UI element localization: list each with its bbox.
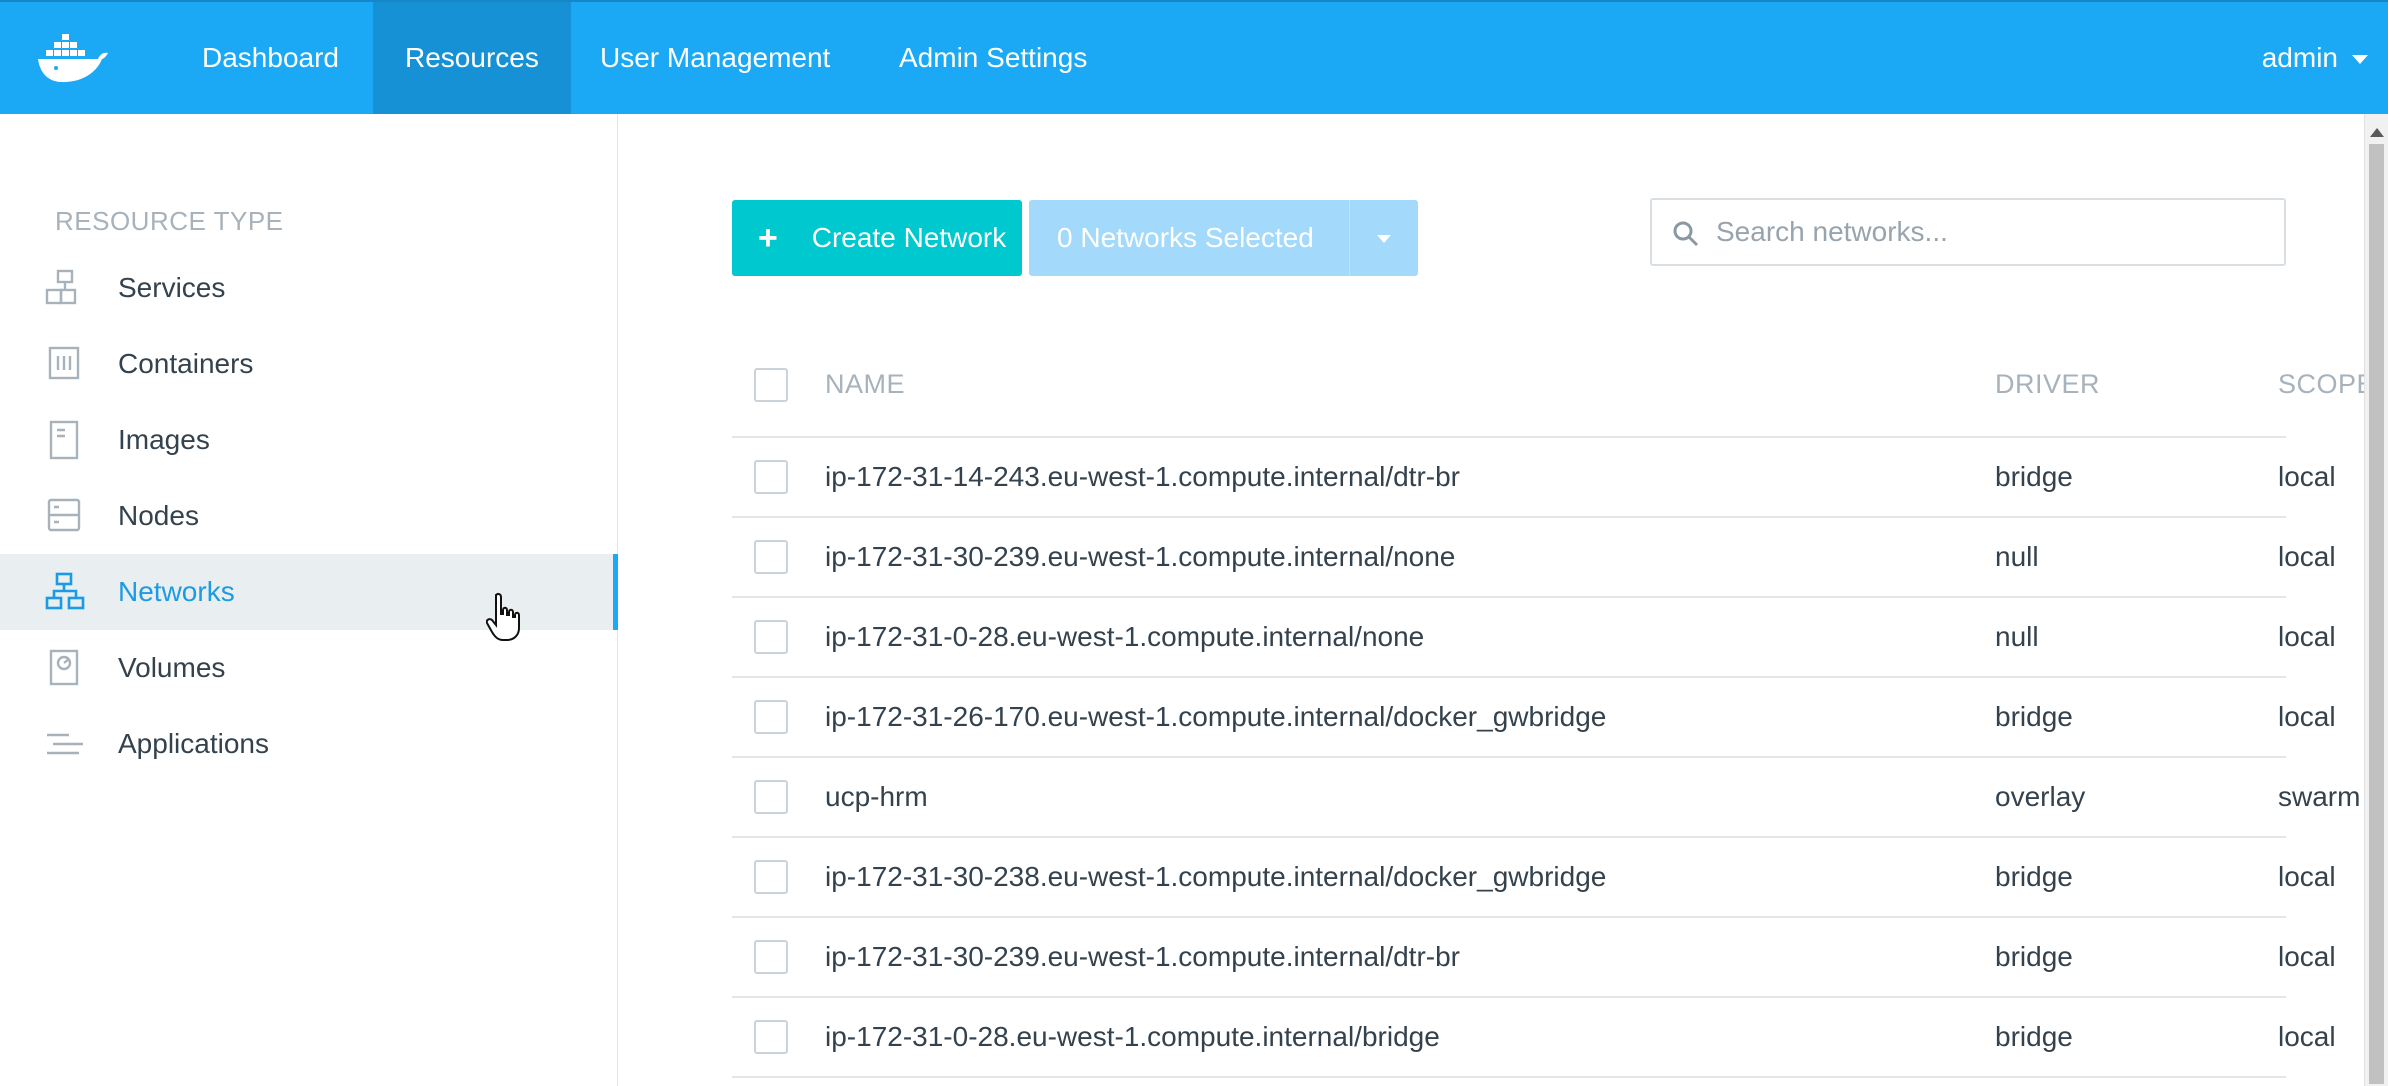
network-scope: local [2278,941,2336,972]
network-name[interactable]: ip-172-31-30-238.eu-west-1.compute.inter… [825,838,1606,916]
table-row[interactable]: ip-172-31-30-239.eu-west-1.compute.inter… [732,518,2336,598]
nav-user-management[interactable]: User Management [568,2,862,114]
network-name[interactable]: ip-172-31-14-243.eu-west-1.compute.inter… [825,438,1460,516]
network-scope: local [2278,621,2336,652]
network-scope: local [2278,541,2336,572]
network-name[interactable]: ip-172-31-30-239.eu-west-1.compute.inter… [825,918,1460,996]
user-name: admin [2261,42,2338,73]
network-driver: overlay [1995,781,2086,812]
table-row[interactable]: ucp-hrm overlay swarm [732,758,2360,838]
sidebar-item-label: Images [118,424,210,455]
nodes-icon [47,498,81,532]
network-driver: bridge [1995,701,2073,732]
row-checkbox[interactable] [754,620,788,654]
volumes-icon [49,649,79,686]
hand-cursor-icon [486,592,520,641]
network-name[interactable]: ucp-hrm [825,758,928,836]
sidebar-item-services[interactable]: Services [0,250,618,326]
network-driver: bridge [1995,1021,2073,1052]
chevron-down-icon [1377,235,1391,243]
sidebar-item-applications[interactable]: Applications [0,706,618,782]
sidebar-item-label: Nodes [118,500,199,531]
network-driver: bridge [1995,861,2073,892]
row-checkbox[interactable] [754,460,788,494]
sidebar-item-label: Volumes [118,652,226,683]
services-icon [45,269,77,305]
table-row[interactable]: ip-172-31-30-239.eu-west-1.compute.inter… [732,918,2336,998]
column-header-scope[interactable]: SCOPE [2278,344,2375,424]
sidebar-item-label: Services [118,272,226,303]
sidebar-item-label: Applications [118,728,269,759]
main-content: + Create Network 0 Networks Selected NAM… [619,114,2375,1086]
nav-resources[interactable]: Resources [373,2,571,114]
table-row[interactable]: ip-172-31-0-28.eu-west-1.compute.interna… [732,598,2336,678]
sidebar-item-nodes[interactable]: Nodes [0,478,618,554]
search-icon [1673,221,1699,247]
table-row[interactable]: ip-172-31-30-238.eu-west-1.compute.inter… [732,838,2336,918]
row-checkbox[interactable] [754,700,788,734]
sidebar-heading: RESOURCE TYPE [55,206,284,236]
chevron-down-icon [2352,55,2368,65]
docker-whale-icon[interactable] [36,28,112,88]
network-driver: null [1995,541,2039,572]
row-checkbox[interactable] [754,1020,788,1054]
create-network-label: Create Network [811,222,1007,253]
network-scope: local [2278,701,2336,732]
sidebar: RESOURCE TYPE Services Containers Images… [0,114,618,1086]
sidebar-item-volumes[interactable]: Volumes [0,630,618,706]
table-row[interactable]: ip-172-31-0-28.eu-west-1.compute.interna… [732,998,2336,1078]
row-checkbox[interactable] [754,940,788,974]
top-navbar: Dashboard Resources User Management Admi… [0,0,2388,114]
sidebar-item-label: Containers [118,348,254,379]
network-scope: local [2278,1021,2336,1052]
network-name[interactable]: ip-172-31-0-28.eu-west-1.compute.interna… [825,998,1440,1076]
row-checkbox[interactable] [754,860,788,894]
page-scrollbar[interactable] [2364,114,2388,1086]
select-all-checkbox[interactable] [754,368,788,402]
networks-icon [45,572,85,610]
sidebar-item-images[interactable]: Images [0,402,618,478]
user-menu[interactable]: admin [2262,2,2368,114]
containers-icon [48,346,80,380]
network-name[interactable]: ip-172-31-30-239.eu-west-1.compute.inter… [825,518,1455,596]
networks-selected-label: 0 Networks Selected [1057,222,1314,253]
networks-selected-button[interactable]: 0 Networks Selected [1029,200,1349,276]
row-checkbox[interactable] [754,540,788,574]
network-name[interactable]: ip-172-31-0-28.eu-west-1.compute.interna… [825,598,1424,676]
table-header: NAME DRIVER SCOPE [732,344,2375,438]
bulk-actions-dropdown[interactable] [1349,200,1418,276]
search-input[interactable] [1716,208,2266,256]
nav-dashboard[interactable]: Dashboard [170,2,371,114]
sidebar-item-label: Networks [118,576,235,607]
network-driver: null [1995,621,2039,652]
plus-icon: + [758,219,778,257]
networks-table: NAME DRIVER SCOPE ip-172-31-14-243.eu-we… [732,344,2375,1078]
network-driver: bridge [1995,461,2073,492]
scroll-up-icon[interactable] [2370,128,2384,137]
column-header-name[interactable]: NAME [825,344,905,424]
scrollbar-thumb[interactable] [2369,144,2384,1084]
table-row[interactable]: ip-172-31-26-170.eu-west-1.compute.inter… [732,678,2336,758]
sidebar-item-networks[interactable]: Networks [0,554,618,630]
network-name[interactable]: ip-172-31-26-170.eu-west-1.compute.inter… [825,678,1606,756]
row-checkbox[interactable] [754,780,788,814]
column-header-driver[interactable]: DRIVER [1995,344,2100,424]
images-icon [49,420,79,460]
create-network-button[interactable]: + Create Network [732,200,1022,276]
network-scope: swarm [2278,781,2361,812]
network-scope: local [2278,461,2336,492]
search-box [1650,198,2286,266]
nav-admin-settings[interactable]: Admin Settings [867,2,1119,114]
network-driver: bridge [1995,941,2073,972]
network-scope: local [2278,861,2336,892]
sidebar-item-containers[interactable]: Containers [0,326,618,402]
table-row[interactable]: ip-172-31-14-243.eu-west-1.compute.inter… [732,438,2336,518]
applications-icon [47,733,83,755]
